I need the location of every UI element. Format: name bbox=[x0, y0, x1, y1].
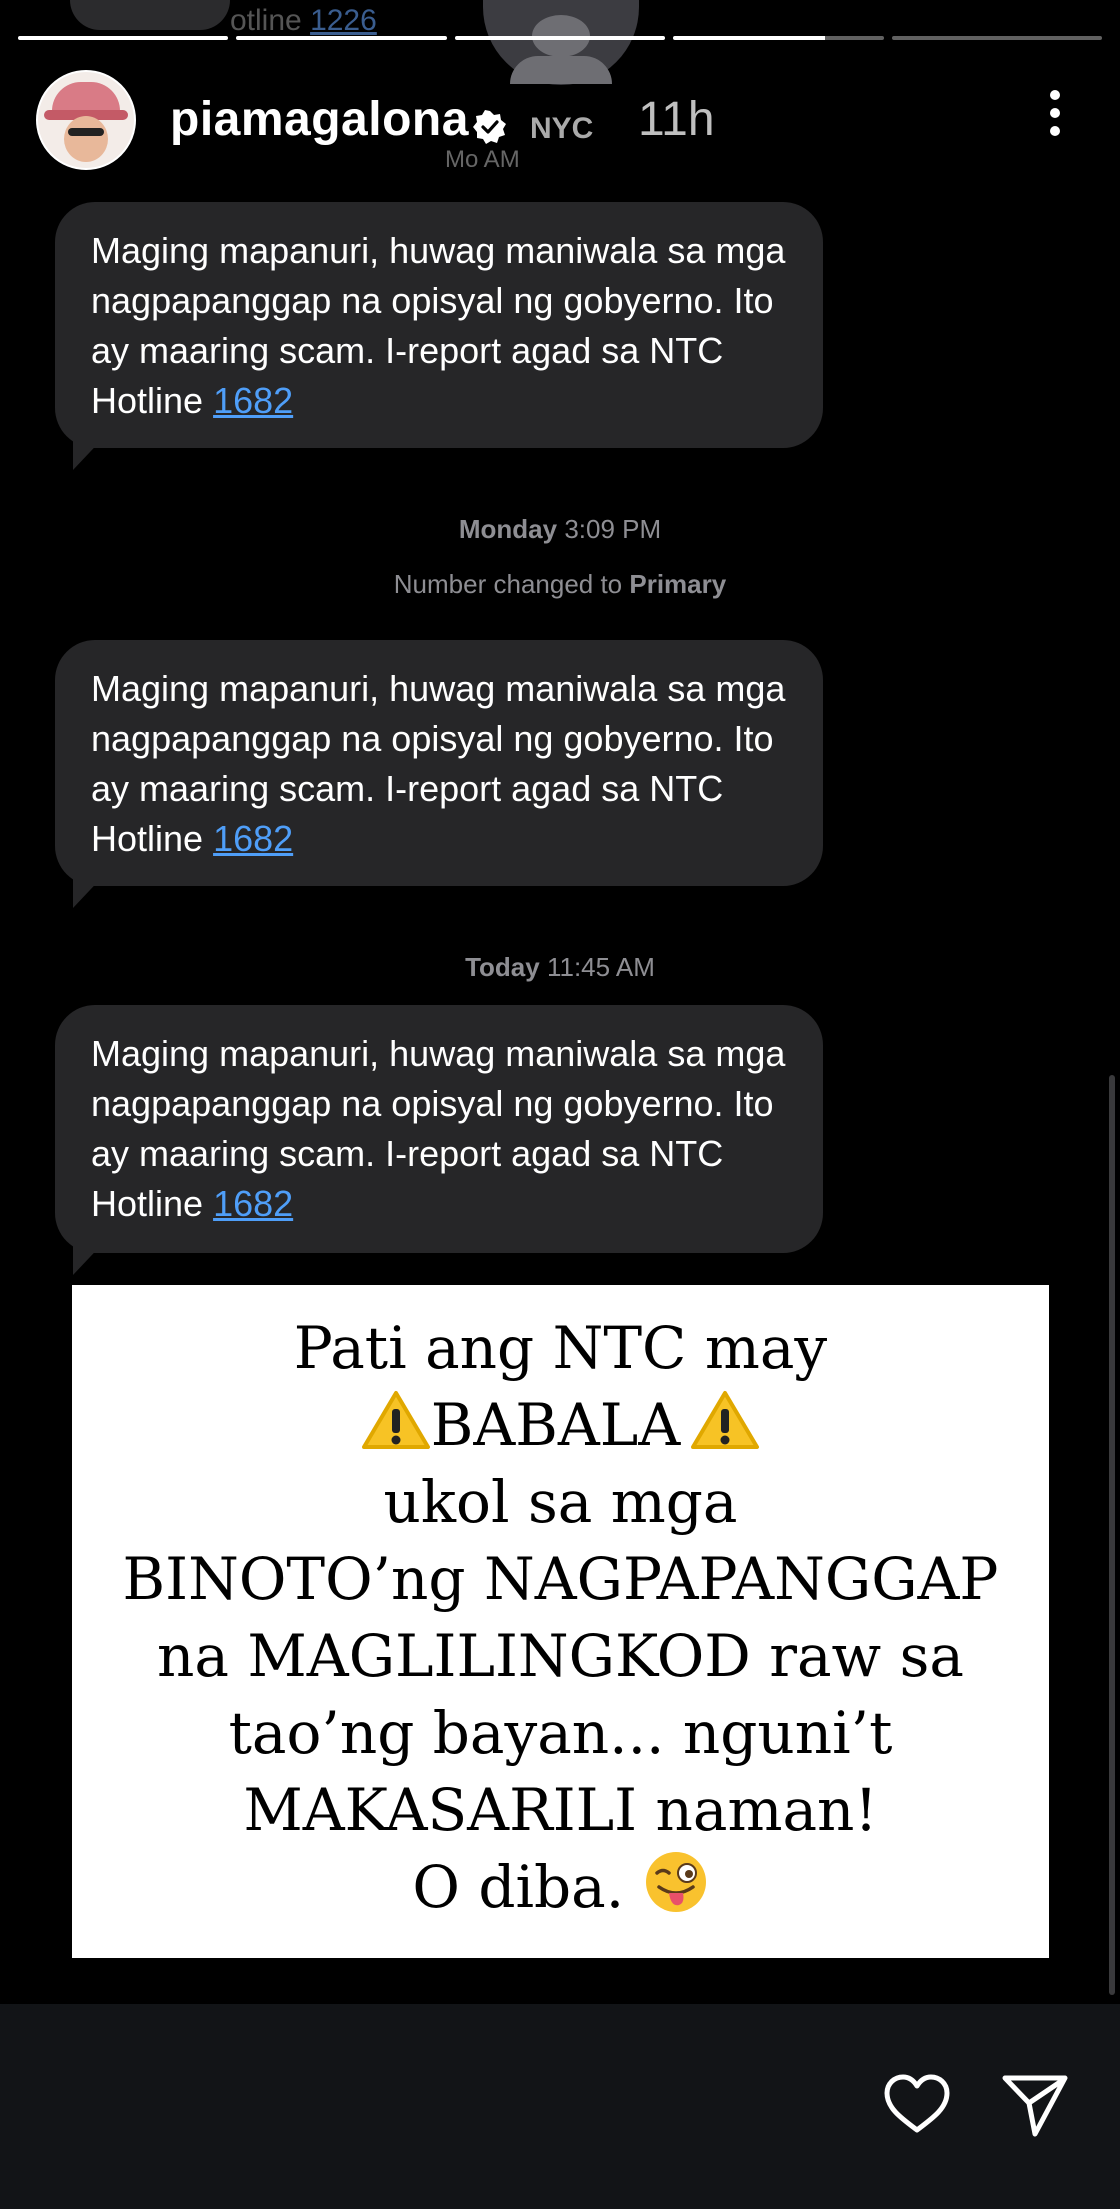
card-line: na MAGLILINGKOD raw sa bbox=[157, 1622, 964, 1690]
card-line-babala: BABALA bbox=[72, 1387, 1049, 1464]
hotline-link[interactable]: 1682 bbox=[213, 380, 293, 421]
timestamp-day: Monday bbox=[458, 514, 558, 544]
message-text: Maging mapanuri, huwag maniwala sa mga n… bbox=[91, 1033, 786, 1224]
username[interactable]: piamagalona bbox=[170, 93, 469, 146]
more-dot bbox=[1050, 108, 1060, 118]
message-timestamp: Today 11:45 AM bbox=[0, 952, 1120, 983]
message-bubble: Maging mapanuri, huwag maniwala sa mga n… bbox=[55, 640, 823, 908]
warning-emoji bbox=[361, 1389, 431, 1451]
card-last-text: O diba. bbox=[412, 1853, 625, 1921]
progress-segment bbox=[236, 36, 447, 40]
more-vertical-icon[interactable] bbox=[1048, 90, 1062, 140]
scrollbar bbox=[1109, 1075, 1115, 1995]
avatar-glasses bbox=[68, 128, 104, 136]
message-text: Maging mapanuri, huwag maniwala sa mga n… bbox=[91, 668, 786, 859]
bubble-tail bbox=[73, 1239, 107, 1275]
more-dot bbox=[1050, 126, 1060, 136]
card-line-last: O diba. bbox=[72, 1849, 1049, 1926]
heart-icon[interactable] bbox=[881, 2072, 953, 2136]
winking-face-with-tongue-emoji bbox=[643, 1849, 709, 1915]
warning-emoji bbox=[690, 1389, 760, 1451]
card-line: BINOTO’ng NAGPAPANGGAP bbox=[122, 1545, 999, 1613]
number-status: Number changed to Primary bbox=[0, 569, 1120, 600]
progress-segment bbox=[891, 36, 1103, 40]
avatar[interactable] bbox=[36, 70, 136, 170]
story-text-card: Pati ang NTC may BABALA ukol sa mga BINO… bbox=[72, 1285, 1049, 1958]
story-progress-bar bbox=[18, 36, 1103, 41]
hotline-link[interactable]: 1682 bbox=[213, 818, 293, 859]
progress-segment bbox=[454, 36, 666, 40]
timestamp-day: Today bbox=[465, 952, 540, 982]
more-dot bbox=[1050, 90, 1060, 100]
story-time-ago: 11h bbox=[638, 93, 715, 146]
bubble-tail bbox=[73, 872, 107, 908]
progress-segment bbox=[18, 36, 229, 40]
avatar-face bbox=[64, 116, 108, 162]
background-bubble bbox=[70, 0, 230, 30]
timestamp-time: 3:09 PM bbox=[564, 514, 662, 544]
status-value: Primary bbox=[629, 569, 727, 599]
progress-segment-active bbox=[673, 36, 884, 40]
timestamp-time: 11:45 AM bbox=[546, 952, 655, 982]
message-timestamp: Monday 3:09 PM bbox=[0, 514, 1120, 545]
card-line: tao’ng bayan... nguni’t bbox=[228, 1699, 893, 1767]
status-prefix: Number changed to bbox=[393, 569, 630, 599]
verified-badge-icon bbox=[472, 101, 507, 145]
send-icon[interactable] bbox=[999, 2070, 1071, 2140]
card-line: Pati ang NTC may bbox=[293, 1314, 828, 1382]
background-timestamp: Mo AM bbox=[445, 146, 520, 173]
card-line: ukol sa mga bbox=[383, 1468, 738, 1536]
card-babala-text: BABALA bbox=[430, 1391, 681, 1459]
story-viewer[interactable]: otline 1226 piamagalona 11h NYC Mo AM Ma… bbox=[0, 0, 1120, 2004]
message-text: Maging mapanuri, huwag maniwala sa mga n… bbox=[91, 230, 786, 421]
message-bubble: Maging mapanuri, huwag maniwala sa mga n… bbox=[55, 1005, 823, 1275]
card-line: MAKASARILI naman! bbox=[243, 1776, 878, 1844]
background-bubble-text: otline 1226 bbox=[230, 4, 377, 37]
message-bubble: Maging mapanuri, huwag maniwala sa mga n… bbox=[55, 202, 823, 470]
bubble-tail bbox=[73, 434, 107, 470]
background-contact-name: NYC bbox=[530, 112, 594, 145]
username-link[interactable]: piamagalona bbox=[170, 92, 507, 147]
hotline-link[interactable]: 1682 bbox=[213, 1183, 293, 1224]
